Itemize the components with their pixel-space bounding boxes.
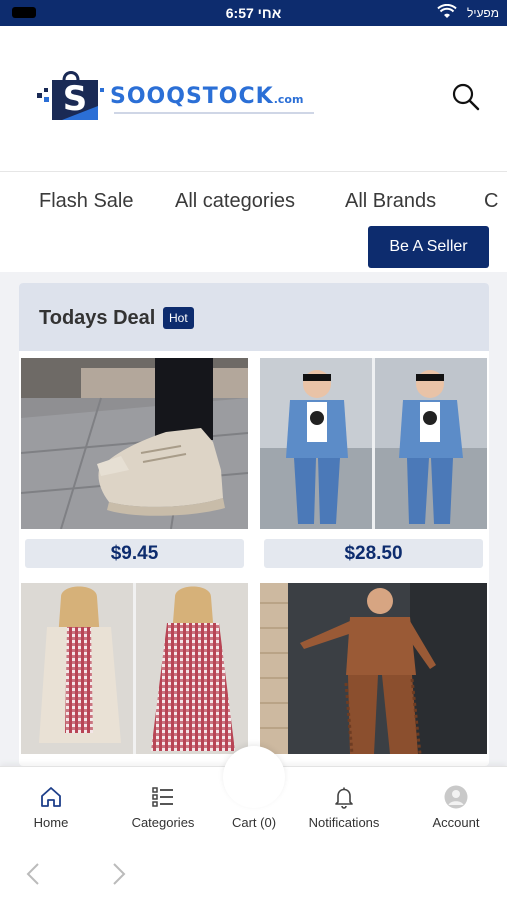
- tab-flash-sale[interactable]: Flash Sale: [39, 190, 134, 213]
- tab-home[interactable]: Home: [1, 767, 101, 849]
- deal-title: Todays Deal: [39, 307, 156, 329]
- tab-label: Cart (0): [231, 815, 277, 830]
- product-image-plaid-dress: [21, 583, 248, 754]
- tab-label: Notifications: [308, 815, 380, 830]
- brand-name: SOOQSTOCK.com: [110, 84, 304, 109]
- tab-all-categories[interactable]: All categories: [175, 190, 295, 213]
- bell-icon: [335, 787, 353, 809]
- logo-tagline-decoration: [114, 112, 314, 114]
- browser-nav-bar: [0, 848, 507, 900]
- product-card[interactable]: $28.50: [260, 358, 487, 573]
- wifi-icon: [437, 4, 457, 18]
- status-bar: 6:57 אחי מפעיל: [0, 0, 507, 26]
- back-arrow-icon[interactable]: [24, 862, 44, 886]
- sooqstock-logo[interactable]: S SOOQSTOCK.com: [34, 66, 324, 126]
- tab-all-brands[interactable]: All Brands: [345, 190, 436, 213]
- product-image-denim-outfit: [260, 358, 487, 529]
- tab-next-truncated[interactable]: C: [484, 190, 498, 213]
- tab-account[interactable]: Account: [406, 767, 506, 849]
- user-avatar-icon: [444, 785, 468, 809]
- be-a-seller-button[interactable]: Be A Seller: [368, 226, 489, 268]
- todays-deal-section: Todays Deal Hot $9.45 $28.50: [19, 283, 489, 766]
- app-header: S SOOQSTOCK.com: [0, 26, 507, 172]
- list-icon: [152, 787, 173, 807]
- deal-header: Todays Deal Hot: [19, 283, 489, 351]
- tab-label: Account: [432, 815, 480, 830]
- svg-text:S: S: [63, 79, 88, 119]
- tab-notifications[interactable]: Notifications: [294, 767, 394, 849]
- tab-label: Home: [33, 815, 69, 830]
- product-card[interactable]: [260, 583, 487, 754]
- product-price: $28.50: [264, 539, 483, 568]
- tab-categories[interactable]: Categories: [113, 767, 213, 849]
- product-price: $9.45: [25, 539, 244, 568]
- tab-label: Categories: [131, 815, 195, 830]
- shopping-bag-logo-icon: S: [37, 71, 104, 120]
- product-image-leather-outfit: [260, 583, 487, 754]
- search-icon[interactable]: [451, 82, 481, 112]
- product-card[interactable]: [21, 583, 248, 754]
- carrier-name: מפעיל: [466, 6, 499, 20]
- hot-badge: Hot: [163, 307, 194, 329]
- cart-button[interactable]: [223, 746, 285, 808]
- home-icon: [41, 787, 61, 807]
- status-time: 6:57 אחי: [225, 5, 282, 21]
- product-card[interactable]: $9.45: [21, 358, 248, 573]
- category-nav: Flash Sale All categories All Brands C B…: [0, 172, 507, 272]
- product-image-sneaker: [21, 358, 248, 529]
- forward-arrow-icon[interactable]: [108, 862, 128, 886]
